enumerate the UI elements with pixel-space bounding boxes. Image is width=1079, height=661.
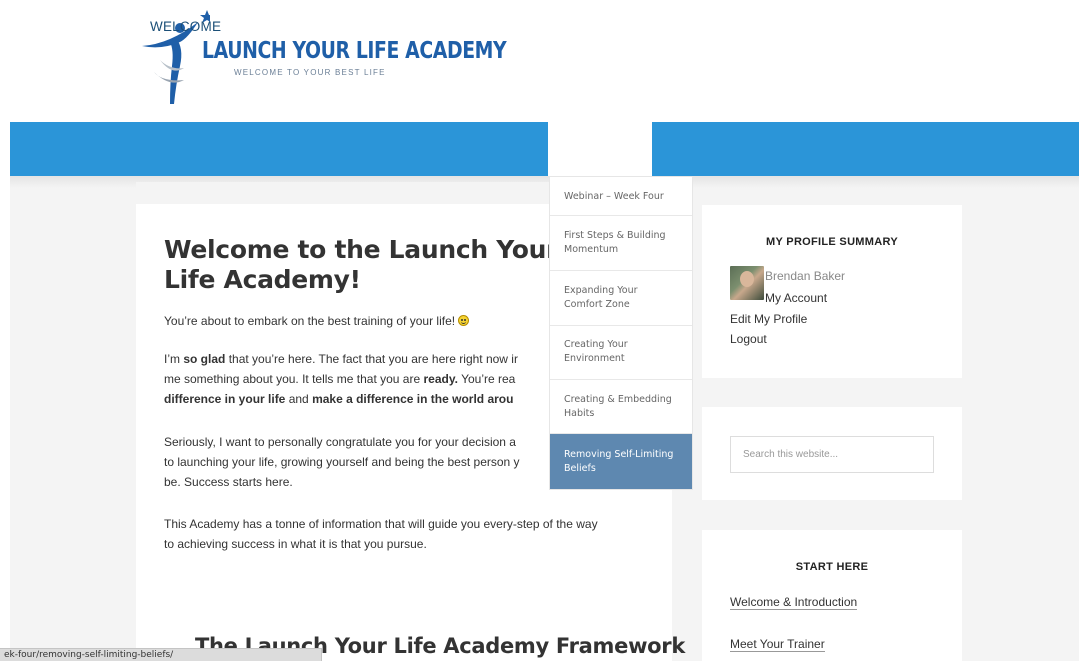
welcome-introduction-link[interactable]: Welcome & Introduction (730, 595, 858, 610)
browser-status-bar: ek-four/removing-self-limiting-beliefs/ (0, 648, 322, 661)
intro-paragraph: You’re about to embark on the best train… (164, 311, 564, 331)
profile-widget-title: MY PROFILE SUMMARY (766, 236, 898, 248)
text-line: to achieving success in what it is that … (164, 537, 427, 551)
academy-paragraph: This Academy has a tonne of information … (164, 514, 654, 554)
text-line: to launching your life, growing yourself… (164, 455, 520, 469)
nav-item-forums[interactable]: FORUMS (858, 0, 918, 54)
glad-paragraph: I’m so glad that you’re here. The fact t… (164, 349, 564, 409)
text-fragment: that you’re here. The fact that you are … (225, 352, 518, 366)
main-nav (10, 122, 1079, 176)
text-fragment: I’m (164, 352, 184, 366)
text-fragment: You’re rea (457, 372, 516, 386)
week-four-dropdown: Webinar – Week Four First Steps & Buildi… (549, 176, 693, 490)
text-fragment: and (285, 392, 313, 406)
text-line: This Academy has a tonne of information … (164, 517, 598, 531)
meet-your-trainer-link[interactable]: Meet Your Trainer (730, 637, 825, 652)
intro-text: You’re about to embark on the best train… (164, 314, 456, 328)
start-here-title: START HERE (795, 561, 869, 573)
dropdown-item-self-limiting-beliefs[interactable]: Removing Self-Limiting Beliefs (550, 434, 692, 489)
avatar[interactable] (730, 266, 764, 300)
text-line: Seriously, I want to personally congratu… (164, 435, 516, 449)
congratulate-paragraph: Seriously, I want to personally congratu… (164, 432, 564, 492)
nav-item-week-three[interactable]: WEEK THREE (450, 0, 541, 54)
dropdown-item-first-steps[interactable]: First Steps & Building Momentum (550, 216, 692, 271)
my-account-link[interactable]: My Account (765, 290, 827, 306)
nav-item-week-four-open[interactable] (548, 122, 652, 176)
nav-item-bonuses[interactable]: BONUSES (768, 0, 835, 54)
text-line: be. Success starts here. (164, 475, 293, 489)
dropdown-item-webinar[interactable]: Webinar – Week Four (550, 177, 692, 216)
smiley-icon (458, 315, 470, 326)
nav-item-week-two[interactable]: WEEK TWO (347, 0, 423, 54)
logout-link[interactable]: Logout (730, 331, 767, 347)
search-field[interactable] (730, 436, 934, 473)
bold-text: so glad (183, 352, 226, 366)
link-text: Meet Your Trainer (730, 637, 825, 652)
dropdown-item-environment[interactable]: Creating Your Environment (550, 326, 692, 380)
bold-text: make a difference in the world arou (312, 392, 514, 406)
link-text: Welcome & Introduction (730, 595, 858, 610)
dropdown-item-habits[interactable]: Creating & Embedding Habits (550, 380, 692, 434)
nav-item-welcome[interactable]: WELCOME (150, 0, 221, 54)
nav-item-week-five[interactable]: WEEK FIVE (669, 0, 744, 54)
text-fragment: me something about you. It tells me that… (164, 372, 424, 386)
edit-profile-link[interactable]: Edit My Profile (730, 311, 807, 327)
dropdown-item-comfort-zone[interactable]: Expanding Your Comfort Zone (550, 271, 692, 326)
logo-tagline: WELCOME TO YOUR BEST LIFE (234, 68, 386, 77)
search-input[interactable] (731, 437, 933, 472)
bold-text: difference in your life (164, 392, 286, 406)
bold-text: ready. (423, 372, 458, 386)
profile-name: Brendan Baker (765, 269, 846, 283)
page-title: Welcome to the Launch Your Life Academy! (164, 235, 559, 294)
nav-item-week-one[interactable]: WEEK ONE (248, 0, 322, 54)
